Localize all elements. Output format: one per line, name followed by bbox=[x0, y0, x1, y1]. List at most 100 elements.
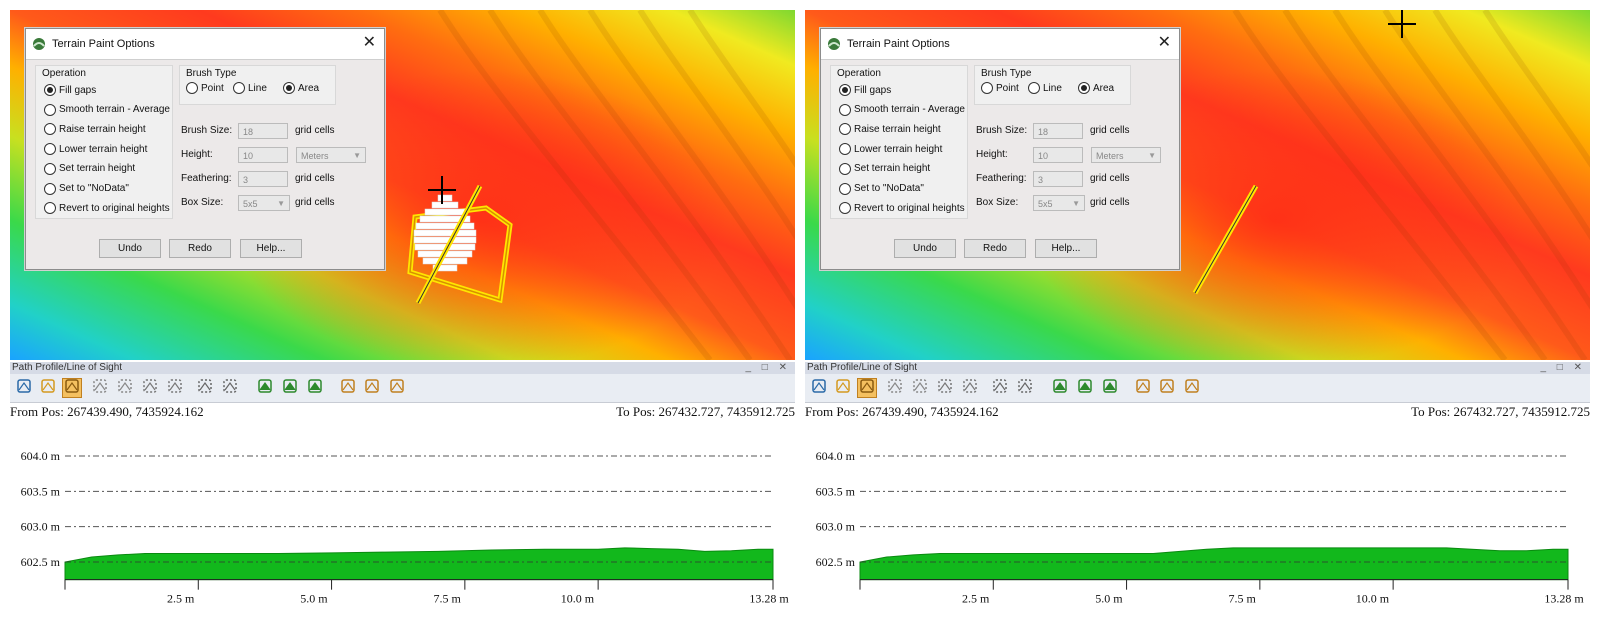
zoom-button[interactable] bbox=[14, 378, 34, 398]
measure-button[interactable] bbox=[935, 378, 955, 398]
brush-size-input[interactable]: 18 bbox=[1033, 123, 1083, 139]
line-tool-button[interactable] bbox=[1015, 378, 1035, 398]
step-back-button[interactable] bbox=[362, 378, 382, 398]
radio-button[interactable] bbox=[283, 82, 295, 94]
window-controls[interactable]: _ □ ✕ bbox=[1540, 362, 1586, 374]
profile-panel-title-bar[interactable]: Path Profile/Line of Sight _ □ ✕ bbox=[10, 362, 795, 374]
path-profile-chart[interactable]: 602.5 m 603.0 m 603.5 m 604.0 m 2.5 m 5.0 m 7.… bbox=[805, 420, 1590, 610]
map-view[interactable]: Terrain Paint Options ✕ Operation Fill gaps… bbox=[805, 10, 1590, 360]
radio-button[interactable] bbox=[44, 123, 56, 136]
profile-line-button[interactable] bbox=[1133, 378, 1153, 398]
operation-option[interactable]: Raise terrain height bbox=[839, 123, 941, 136]
feathering-input[interactable]: 3 bbox=[238, 171, 288, 187]
zoom-button[interactable] bbox=[809, 378, 829, 398]
operation-option-label: Raise terrain height bbox=[854, 123, 941, 135]
radio-button[interactable] bbox=[44, 202, 56, 215]
mountain-button[interactable] bbox=[280, 378, 300, 398]
brush-type-option[interactable]: Line bbox=[233, 82, 267, 94]
pan-hand-button[interactable] bbox=[38, 378, 58, 398]
operation-option[interactable]: Fill gaps bbox=[839, 84, 891, 96]
brush-type-option[interactable]: Line bbox=[1028, 82, 1062, 94]
operation-option[interactable]: Set terrain height bbox=[839, 162, 930, 175]
operation-option[interactable]: Raise terrain height bbox=[44, 123, 146, 136]
operation-option[interactable]: Revert to original heights bbox=[44, 202, 170, 215]
scale-button[interactable] bbox=[165, 378, 185, 398]
radio-button[interactable] bbox=[44, 162, 56, 175]
operation-option[interactable]: Lower terrain height bbox=[44, 143, 147, 156]
radio-button[interactable] bbox=[233, 82, 245, 94]
pan-hand-button[interactable] bbox=[833, 378, 853, 398]
operation-option[interactable]: Set to "NoData" bbox=[44, 182, 129, 195]
measure-button[interactable] bbox=[140, 378, 160, 398]
feathering-input[interactable]: 3 bbox=[1033, 171, 1083, 187]
point-select-button[interactable] bbox=[115, 378, 135, 398]
operation-option[interactable]: Smooth terrain - Average bbox=[839, 103, 965, 116]
scale-button[interactable] bbox=[960, 378, 980, 398]
radio-button[interactable] bbox=[44, 103, 56, 116]
operation-option[interactable]: Set terrain height bbox=[44, 162, 135, 175]
view-shed-button[interactable] bbox=[1100, 378, 1120, 398]
operation-option[interactable]: Revert to original heights bbox=[839, 202, 965, 215]
radio-button[interactable] bbox=[186, 82, 198, 94]
close-icon[interactable]: ✕ bbox=[363, 34, 376, 52]
undo-button[interactable]: Undo bbox=[99, 239, 161, 258]
radio-button[interactable] bbox=[44, 143, 56, 156]
redo-button[interactable]: Redo bbox=[964, 239, 1026, 258]
radio-button[interactable] bbox=[839, 143, 851, 156]
redo-button[interactable]: Redo bbox=[169, 239, 231, 258]
radio-button[interactable] bbox=[839, 84, 851, 96]
operation-option[interactable]: Smooth terrain - Average bbox=[44, 103, 170, 116]
radio-button[interactable] bbox=[981, 82, 993, 94]
window-controls[interactable]: _ □ ✕ bbox=[745, 362, 791, 374]
operation-option[interactable]: Set to "NoData" bbox=[839, 182, 924, 195]
radio-button[interactable] bbox=[839, 123, 851, 136]
radio-button[interactable] bbox=[44, 84, 56, 96]
brush-type-option[interactable]: Area bbox=[283, 82, 319, 94]
step-forward-button[interactable] bbox=[387, 378, 407, 398]
height-input[interactable]: 10 bbox=[1033, 147, 1083, 163]
pointer-button[interactable] bbox=[195, 378, 215, 398]
brush-type-option[interactable]: Area bbox=[1078, 82, 1114, 94]
edit-path-button[interactable] bbox=[857, 378, 877, 398]
radio-button[interactable] bbox=[1028, 82, 1040, 94]
close-icon[interactable]: ✕ bbox=[1158, 34, 1171, 52]
box-size-input[interactable]: 5x5 ▼ bbox=[1033, 195, 1085, 211]
step-back-button[interactable] bbox=[1157, 378, 1177, 398]
operation-option[interactable]: Lower terrain height bbox=[839, 143, 942, 156]
grid-select-button[interactable] bbox=[90, 378, 110, 398]
help-button[interactable]: Help... bbox=[240, 239, 302, 258]
step-forward-icon bbox=[1184, 378, 1200, 399]
height-unit-select[interactable]: Meters ▼ bbox=[1091, 147, 1161, 163]
height-input[interactable]: 10 bbox=[238, 147, 288, 163]
box-size-input[interactable]: 5x5 ▼ bbox=[238, 195, 290, 211]
path-profile-chart[interactable]: 602.5 m 603.0 m 603.5 m 604.0 m 2.5 m 5.0 m 7.… bbox=[10, 420, 795, 610]
line-tool-button[interactable] bbox=[220, 378, 240, 398]
profile-panel-title-bar[interactable]: Path Profile/Line of Sight _ □ ✕ bbox=[805, 362, 1590, 374]
terrain-chart-button[interactable] bbox=[255, 378, 275, 398]
radio-button[interactable] bbox=[839, 103, 851, 116]
undo-button[interactable]: Undo bbox=[894, 239, 956, 258]
operation-option[interactable]: Fill gaps bbox=[44, 84, 96, 96]
help-button[interactable]: Help... bbox=[1035, 239, 1097, 258]
profile-line-button[interactable] bbox=[338, 378, 358, 398]
map-view[interactable]: Terrain Paint Options ✕ Operation Fill gaps… bbox=[10, 10, 795, 360]
grid-select-button[interactable] bbox=[885, 378, 905, 398]
mountain-button[interactable] bbox=[1075, 378, 1095, 398]
brush-type-option[interactable]: Point bbox=[981, 82, 1019, 94]
dialog-title-bar[interactable]: Terrain Paint Options bbox=[821, 29, 1179, 60]
view-shed-button[interactable] bbox=[305, 378, 325, 398]
brush-size-input[interactable]: 18 bbox=[238, 123, 288, 139]
edit-path-button[interactable] bbox=[62, 378, 82, 398]
point-select-button[interactable] bbox=[910, 378, 930, 398]
radio-button[interactable] bbox=[839, 202, 851, 215]
dialog-title-bar[interactable]: Terrain Paint Options bbox=[26, 29, 384, 60]
step-forward-button[interactable] bbox=[1182, 378, 1202, 398]
height-unit-select[interactable]: Meters ▼ bbox=[296, 147, 366, 163]
radio-button[interactable] bbox=[839, 182, 851, 195]
terrain-chart-button[interactable] bbox=[1050, 378, 1070, 398]
radio-button[interactable] bbox=[1078, 82, 1090, 94]
radio-button[interactable] bbox=[44, 182, 56, 195]
pointer-button[interactable] bbox=[990, 378, 1010, 398]
radio-button[interactable] bbox=[839, 162, 851, 175]
brush-type-option[interactable]: Point bbox=[186, 82, 224, 94]
